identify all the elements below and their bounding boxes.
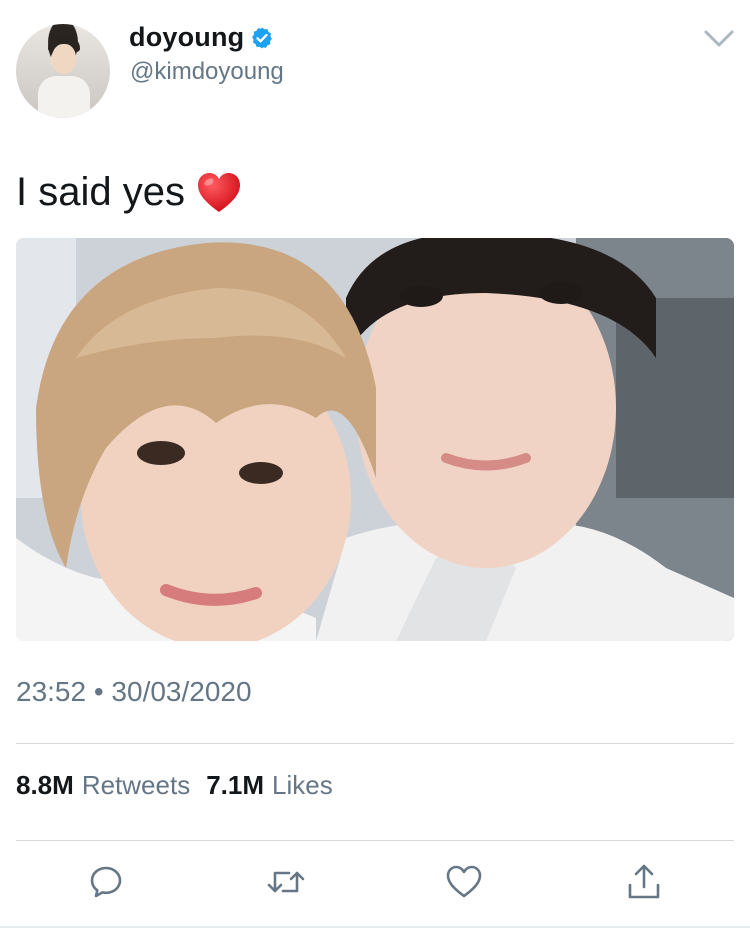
retweet-button[interactable] xyxy=(266,862,306,902)
retweet-icon xyxy=(267,871,305,893)
author-name-row[interactable]: doyoung xyxy=(129,22,274,53)
retweets-label[interactable]: Retweets xyxy=(82,770,190,801)
divider xyxy=(16,840,734,841)
tweet-timestamp: 23:52 • 30/03/2020 xyxy=(16,676,252,707)
display-name[interactable]: doyoung xyxy=(129,22,244,53)
bottom-border xyxy=(0,926,750,928)
like-button[interactable] xyxy=(444,862,484,902)
likes-count[interactable]: 7.1M xyxy=(206,770,264,801)
tweet-photo[interactable] xyxy=(16,238,734,641)
likes-label[interactable]: Likes xyxy=(272,770,333,801)
share-icon xyxy=(628,864,660,899)
verified-badge-icon xyxy=(252,27,273,48)
red-heart-emoji-icon xyxy=(197,172,240,212)
share-button[interactable] xyxy=(624,862,664,902)
tweet-stats: 8.8M Retweets 7.1M Likes xyxy=(16,770,349,801)
reply-button[interactable] xyxy=(86,862,126,902)
retweets-count[interactable]: 8.8M xyxy=(16,770,74,801)
tweet-text: I said yes xyxy=(16,170,241,215)
author-handle[interactable]: @kimdoyoung xyxy=(130,58,284,86)
chevron-down-icon[interactable] xyxy=(703,28,735,50)
avatar[interactable] xyxy=(16,24,110,118)
tweet-actions xyxy=(0,862,750,908)
reply-icon xyxy=(90,866,122,898)
photo-image xyxy=(16,238,734,641)
divider xyxy=(16,743,734,744)
like-icon xyxy=(446,865,482,898)
tweet-card: doyoung @kimdoyoung I said yes 23:52 • 3… xyxy=(0,0,750,931)
tweet-text-body: I said yes xyxy=(16,170,185,214)
